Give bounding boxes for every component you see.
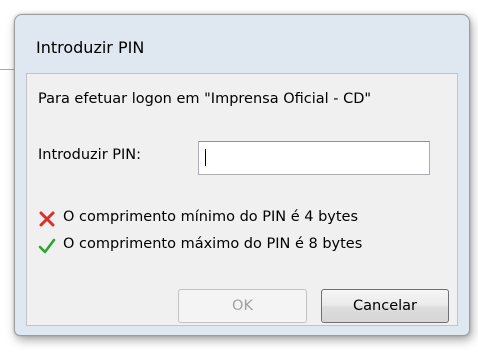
pin-input[interactable] [198, 141, 430, 175]
pin-dialog: Introduzir PIN Para efetuar logon em "Im… [14, 14, 470, 336]
logon-target-text: Para efetuar logon em "Imprensa Oficial … [38, 91, 372, 107]
ok-button[interactable]: OK [178, 289, 307, 323]
pin-label: Introduzir PIN: [38, 147, 142, 163]
text-caret [205, 149, 206, 166]
rule-max-length: O comprimento máximo do PIN é 8 bytes [63, 236, 363, 252]
dialog-client-area: Para efetuar logon em "Imprensa Oficial … [26, 73, 458, 326]
background-window-edge [0, 69, 14, 70]
green-check-icon [38, 238, 56, 254]
rule-min-length: O comprimento mínimo do PIN é 4 bytes [63, 209, 359, 225]
cancel-button[interactable]: Cancelar [321, 289, 449, 323]
red-x-icon [39, 211, 55, 227]
dialog-title: Introduzir PIN [36, 38, 145, 57]
